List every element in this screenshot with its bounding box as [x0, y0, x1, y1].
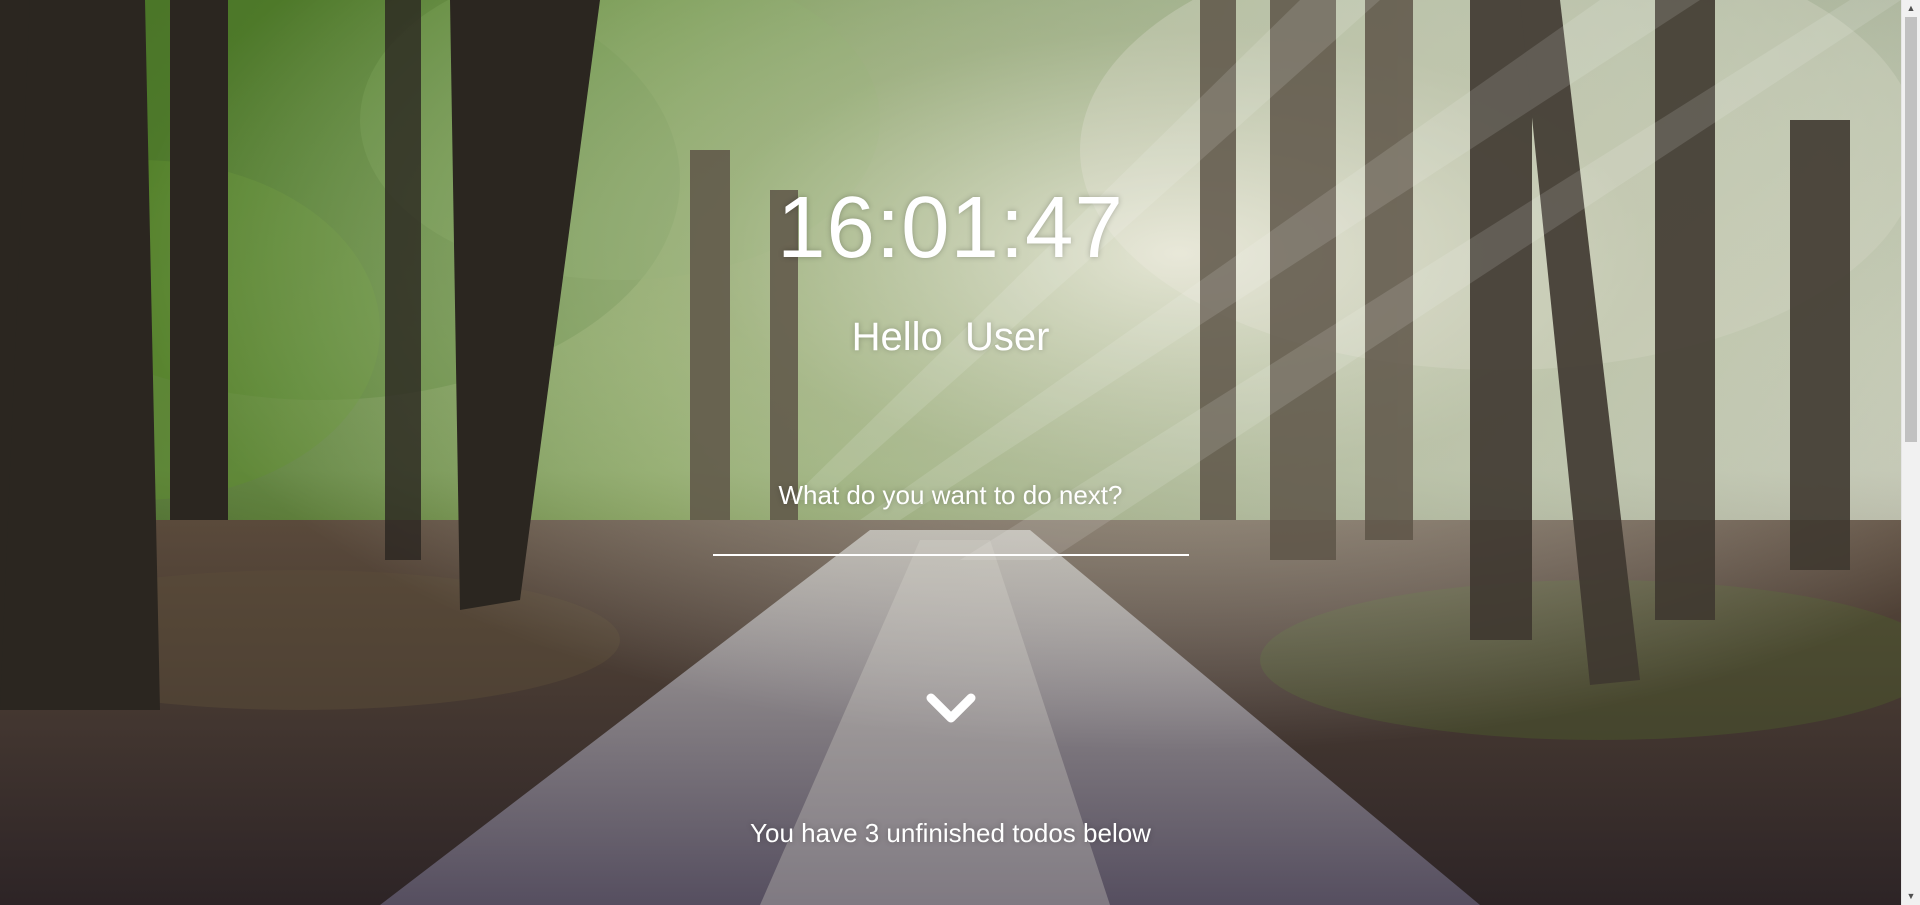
unfinished-todos-summary: You have 3 unfinished todos below	[750, 818, 1151, 848]
scroll-down-arrow-icon[interactable]: ▼	[1902, 888, 1920, 905]
greeting-text: Hello User	[851, 315, 1050, 359]
scroll-up-arrow-icon[interactable]: ▲	[1902, 0, 1920, 17]
clock-display: 16:01:47	[777, 179, 1124, 276]
page-scrollbar[interactable]: ▲ ▼	[1901, 0, 1920, 905]
chevron-down-icon[interactable]	[925, 690, 977, 726]
dashboard-content: 16:01:47 Hello User What do you want to …	[0, 0, 1901, 905]
scrollbar-thumb[interactable]	[1905, 17, 1917, 442]
app-viewport: 16:01:47 Hello User What do you want to …	[0, 0, 1920, 905]
todo-input[interactable]	[713, 516, 1189, 556]
todo-prompt-label: What do you want to do next?	[778, 480, 1123, 510]
